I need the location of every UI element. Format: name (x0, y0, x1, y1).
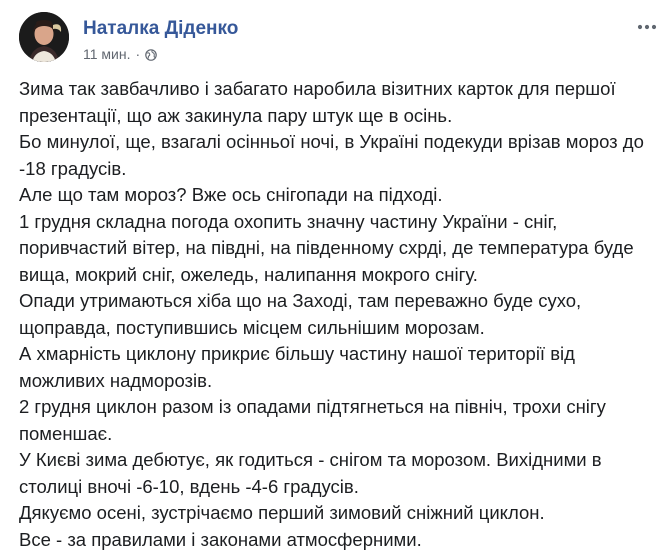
post-header: Наталка Діденко 11 мин. · (19, 12, 659, 64)
post-text-line: Все - за правилами і законами атмосферни… (19, 528, 422, 550)
post-meta: 11 мин. · (83, 46, 157, 62)
post-text-line: У Києві зима дебютує, як годиться - сніг… (19, 449, 602, 470)
post-text-line: А хмарність циклону прикриє більшу части… (19, 343, 575, 364)
post-text-line: 1 грудня складна погода охопить значну ч… (19, 210, 558, 232)
post-text-line: столиці вночі -6-10, вдень -4-6 градусів… (19, 475, 359, 497)
post-text-line: 2 грудня циклон разом із опадами підтягн… (19, 396, 606, 417)
post-text-line: щоправда, поступившись місцем сильнішим … (19, 316, 485, 338)
globe-icon[interactable] (145, 48, 157, 61)
post-text-line: -18 градусів. (19, 157, 127, 179)
post-text-line: поменшає. (19, 422, 113, 444)
post-text-line: презентації, що аж закинула пару штук ще… (19, 104, 453, 126)
post-text-line: поривчастий вітер, на півдні, на південн… (19, 237, 634, 258)
avatar[interactable] (19, 12, 69, 62)
post-text-line: можливих надморозів. (19, 369, 213, 391)
author-name-link[interactable]: Наталка Діденко (83, 18, 238, 40)
more-options-button[interactable] (635, 14, 659, 38)
post-text: Зима так завбачливо і забагато наробила … (19, 76, 659, 553)
post-text-line: Опади утримаються хіба що на Заході, там… (19, 290, 582, 311)
post-timestamp[interactable]: 11 мин. (83, 46, 131, 62)
post-text-line: вища, мокрий сніг, ожеледь, налипання мо… (19, 263, 478, 285)
avatar-image (19, 12, 69, 62)
meta-separator: · (135, 46, 141, 62)
more-options-icon (637, 17, 657, 35)
post-text-line: Але що там мороз? Вже ось снігопади на п… (19, 184, 443, 205)
post-text-line: Бо минулої, ще, взагалі осінньої ночі, в… (19, 131, 644, 152)
post-text-line: Зима так завбачливо і забагато наробила … (19, 78, 616, 99)
post-text-line: Дякуємо осені, зустрічаємо перший зимови… (19, 502, 545, 523)
